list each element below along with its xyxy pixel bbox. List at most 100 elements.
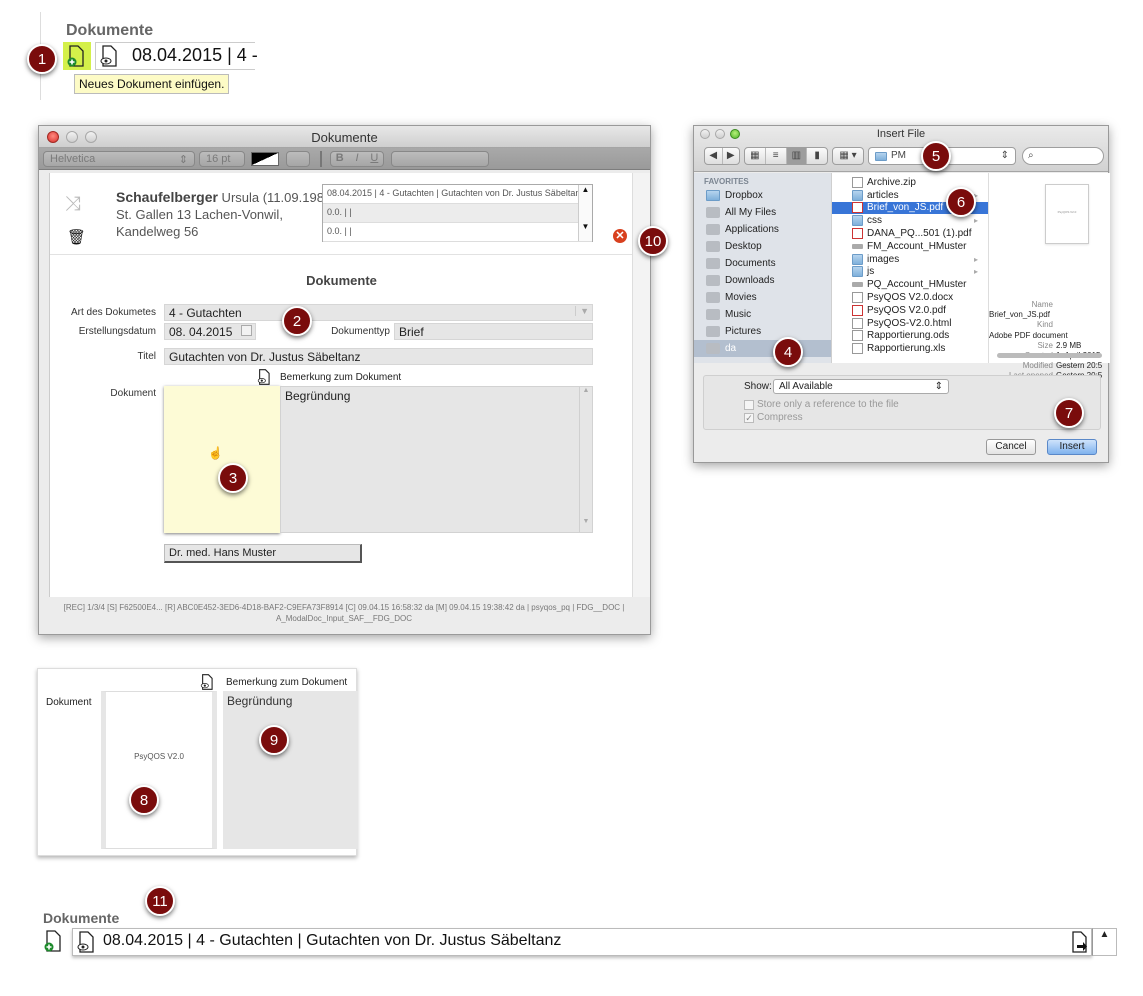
author-field[interactable]: Dr. med. Hans Muster <box>164 544 362 563</box>
alignment-group[interactable] <box>391 151 489 167</box>
datum-field[interactable]: 08. 04.2015 <box>164 323 256 340</box>
shuffle-icon[interactable]: ⤨ <box>65 193 81 216</box>
step-badge-5: 5 <box>921 141 951 171</box>
file-item[interactable]: images ▸ <box>832 253 988 266</box>
remark-textarea[interactable]: Begründung <box>223 691 358 849</box>
patient-street: Kandelweg 56 <box>116 224 199 239</box>
art-select[interactable]: 4 - Gutachten ▼ <box>164 304 593 321</box>
file-item[interactable]: PQ_Account_HMuster <box>832 278 988 291</box>
sidebar-item-documents[interactable]: Documents <box>694 255 831 272</box>
tooltip: Neues Dokument einfügen. <box>74 74 230 94</box>
typ-field[interactable]: Brief <box>394 323 593 340</box>
font-size-select[interactable]: 16 pt <box>199 151 245 167</box>
titel-field[interactable]: Gutachten von Dr. Justus Säbeltanz <box>164 348 593 365</box>
bold-button[interactable]: B <box>331 152 348 166</box>
folder-icon <box>706 190 720 201</box>
list-item[interactable]: 0.0. | | <box>323 223 592 242</box>
sidebar-item-label: Documents <box>725 258 776 269</box>
underline-button[interactable]: U <box>366 152 383 166</box>
list-scrollbar[interactable]: ▲ <box>1092 928 1117 956</box>
list-item[interactable]: 08.04.2015 | 4 - Gutachten | Gutachten v… <box>323 185 592 204</box>
file-item[interactable]: Rapportierung.xls <box>832 342 988 355</box>
store-reference-checkbox[interactable]: Store only a reference to the file <box>744 399 899 410</box>
font-size-value: 16 pt <box>206 153 231 165</box>
sidebar-item-label: Music <box>725 309 752 320</box>
file-item[interactable]: PsyQOS V2.0.docx <box>832 291 988 304</box>
show-select[interactable]: All Available ⇕ <box>773 379 949 394</box>
pdf-file-icon <box>852 228 863 240</box>
list-item[interactable]: 0.0. | | <box>323 204 592 223</box>
calendar-icon[interactable] <box>241 325 252 336</box>
document-list: 08.04.2015 | 4 - Gutachten | Gutachten v… <box>322 184 593 242</box>
compress-checkbox[interactable]: ✓ Compress <box>744 412 803 423</box>
font-select[interactable]: Helvetica ⇕ <box>43 151 195 167</box>
list-scrollbar[interactable]: ▲ ▼ <box>578 185 592 241</box>
window-title: Dokumente <box>311 130 378 145</box>
add-document-icon[interactable] <box>44 930 62 952</box>
art-label: Art des Dokumetes <box>70 307 156 318</box>
remark-textarea[interactable]: Begründung ▲ ▼ <box>280 386 593 533</box>
search-input[interactable]: ⌕ <box>1022 147 1104 165</box>
file-name: Rapportierung.ods <box>867 330 950 342</box>
list-view-button[interactable]: ≡ <box>766 148 787 164</box>
downloads-icon <box>706 275 720 286</box>
sidebar-item-pictures[interactable]: Pictures <box>694 323 831 340</box>
arrange-button[interactable]: ▦ ▾ <box>832 147 864 165</box>
chevron-right-icon: ▸ <box>973 267 978 277</box>
file-name: Brief_von_JS.pdf <box>867 202 944 214</box>
disk-image-icon <box>852 282 863 288</box>
forward-button[interactable]: ▶ <box>723 148 740 164</box>
document-container-field[interactable]: ☝ <box>164 386 280 533</box>
file-item[interactable]: FM_Account_HMuster <box>832 240 988 253</box>
movies-icon <box>706 292 720 303</box>
metadata-row: NameBrief_von_JS.pdf <box>989 300 1110 320</box>
remark-link[interactable]: Bemerkung zum Dokument <box>226 677 347 688</box>
view-document-icon[interactable] <box>100 45 118 67</box>
delete-icon[interactable]: ✕ <box>613 229 627 243</box>
file-item[interactable]: js ▸ <box>832 266 988 279</box>
sidebar-item-movies[interactable]: Movies <box>694 289 831 306</box>
document-container-field[interactable]: PsyQOS V2.0 <box>101 691 217 849</box>
checkbox[interactable] <box>744 399 754 410</box>
column-view-button[interactable]: ▥ <box>786 148 808 164</box>
view-document-icon[interactable] <box>200 674 214 690</box>
checkbox-checked[interactable]: ✓ <box>744 412 754 423</box>
italic-button[interactable]: I <box>348 152 365 166</box>
sidebar-item-applications[interactable]: Applications <box>694 221 831 238</box>
sidebar-item-dropbox[interactable]: Dropbox <box>694 187 831 204</box>
result-panel: Bemerkung zum Dokument Dokument PsyQOS V… <box>37 668 358 856</box>
back-button[interactable]: ◀ <box>705 148 723 164</box>
horizontal-scrollbar[interactable] <box>997 353 1102 358</box>
metadata-key: Size <box>1037 340 1053 350</box>
export-document-icon[interactable] <box>1070 931 1088 953</box>
sidebar-item-downloads[interactable]: Downloads <box>694 272 831 289</box>
view-document-icon[interactable] <box>257 369 271 385</box>
sidebar-item-da[interactable]: da <box>694 340 831 357</box>
file-item[interactable]: PsyQOS-V2.0.html <box>832 317 988 330</box>
cancel-button[interactable]: Cancel <box>986 439 1036 455</box>
file-item[interactable]: Rapportierung.ods <box>832 330 988 343</box>
remark-scrollbar[interactable]: ▲ ▼ <box>579 387 592 532</box>
file-name: css <box>867 215 882 227</box>
coverflow-view-button[interactable]: ▮ <box>807 148 827 164</box>
metadata-row: Modified Gestern 20:5 <box>989 361 1110 371</box>
sidebar-item-all-my-files[interactable]: All My Files <box>694 204 831 221</box>
view-document-icon[interactable] <box>77 931 95 953</box>
file-item[interactable]: PsyQOS V2.0.pdf <box>832 304 988 317</box>
sidebar-item-music[interactable]: Music <box>694 306 831 323</box>
document-thumbnail-text: PsyQOS V2.0 <box>134 752 184 761</box>
remark-link[interactable]: Bemerkung zum Dokument <box>280 372 401 383</box>
document-row-text: 08.04.2015 | 4 - <box>132 45 258 65</box>
icon-view-button[interactable]: ▦ <box>745 148 766 164</box>
scroll-up-icon[interactable]: ▲ <box>1100 929 1110 940</box>
add-document-button[interactable] <box>63 42 91 70</box>
step-badge-3: 3 <box>218 463 248 493</box>
color-picker[interactable] <box>251 152 279 166</box>
sidebar-item-desktop[interactable]: Desktop <box>694 238 831 255</box>
insert-button[interactable]: Insert <box>1047 439 1097 455</box>
file-item[interactable]: DANA_PQ...501 (1).pdf <box>832 227 988 240</box>
ruler-button[interactable] <box>286 151 310 167</box>
trash-icon[interactable]: 🗑 <box>67 228 86 246</box>
file-metadata: NameBrief_von_JS.pdf KindAdobe PDF docume… <box>989 300 1110 382</box>
dialog-toolbar: Insert File ◀ ▶ ▦ ≡ ▥ ▮ ▦ ▾ PM ⇕ ⌕ <box>694 126 1108 172</box>
